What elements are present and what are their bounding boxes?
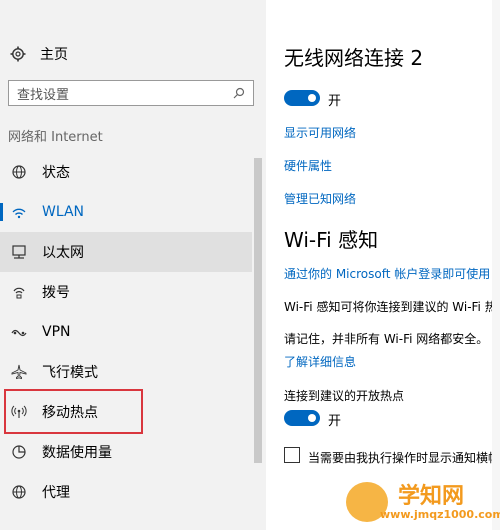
hotspot-label: 连接到建议的开放热点: [284, 389, 405, 403]
sidebar-item-label: 数据使用量: [42, 445, 112, 461]
wifi-sense-description: Wi-Fi 感知可将你连接到建议的 Wi-Fi 热: [284, 300, 497, 314]
microsoft-login-link[interactable]: 通过你的 Microsoft 帐户登录即可使用: [284, 265, 490, 282]
search-icon: [233, 87, 245, 99]
learn-more-link[interactable]: 了解详细信息: [284, 353, 356, 370]
wifi-sense-title: Wi-Fi 感知: [284, 228, 379, 252]
hardware-properties-link[interactable]: 硬件属性: [284, 157, 332, 174]
wifi-toggle[interactable]: [284, 90, 320, 106]
wifi-toggle-label: 开: [328, 94, 342, 109]
manage-networks-link[interactable]: 管理已知网络: [284, 190, 356, 207]
section-label: 网络和 Internet: [8, 130, 103, 145]
search-input[interactable]: 查找设置: [8, 80, 254, 106]
ethernet-icon: [10, 243, 28, 261]
sidebar: 主页 查找设置 网络和 Internet 状态 WLAN 以太网 拨号 VPN …: [0, 0, 266, 530]
wifi-icon: [10, 203, 28, 221]
hotspot-toggle-label: 开: [328, 414, 342, 429]
sidebar-item-airplane[interactable]: 飞行模式: [0, 352, 252, 392]
main-content: 无线网络连接 2 开 显示可用网络 硬件属性 管理已知网络 Wi-Fi 感知 通…: [266, 0, 500, 530]
globe-icon: [10, 163, 28, 181]
sidebar-item-label: 代理: [42, 485, 70, 501]
highlight-box: [4, 389, 143, 434]
sidebar-item-label: VPN: [42, 324, 71, 340]
watermark-title: 学知网: [398, 484, 465, 509]
watermark: 学知网 www.jmqz1000.com: [340, 478, 500, 528]
show-networks-link[interactable]: 显示可用网络: [284, 124, 356, 141]
selection-indicator: [0, 203, 3, 221]
sidebar-item-vpn[interactable]: VPN: [0, 312, 252, 352]
gear-icon: [10, 46, 26, 62]
sidebar-item-label: 状态: [42, 165, 70, 181]
sidebar-item-label: 以太网: [42, 245, 84, 261]
data-usage-icon: [10, 443, 28, 461]
sidebar-item-label: WLAN: [42, 204, 85, 220]
vpn-icon: [10, 323, 28, 341]
notify-label: 当需要由我执行操作时显示通知横幅: [308, 451, 500, 465]
home-label: 主页: [40, 47, 68, 63]
notify-checkbox[interactable]: [284, 447, 300, 463]
sidebar-item-status[interactable]: 状态: [0, 152, 252, 192]
airplane-icon: [10, 363, 28, 381]
sidebar-item-wlan[interactable]: WLAN: [0, 192, 252, 232]
sidebar-item-label: 拨号: [42, 285, 70, 301]
home-link[interactable]: 主页: [10, 44, 68, 64]
search-placeholder: 查找设置: [17, 87, 70, 103]
sidebar-item-proxy[interactable]: 代理: [0, 472, 252, 512]
toggle-knob: [308, 414, 316, 422]
sidebar-item-dialup[interactable]: 拨号: [0, 272, 252, 312]
sidebar-item-data-usage[interactable]: 数据使用量: [0, 432, 252, 472]
sidebar-item-ethernet[interactable]: 以太网: [0, 232, 252, 272]
dialup-icon: [10, 283, 28, 301]
sidebar-item-label: 飞行模式: [42, 365, 98, 381]
sidebar-scrollbar[interactable]: [254, 158, 262, 463]
hotspot-toggle[interactable]: [284, 410, 320, 426]
wifi-sense-note: 请记住，并非所有 Wi-Fi 网络都安全。: [284, 332, 489, 346]
page-title: 无线网络连接 2: [284, 46, 424, 70]
content-scrollbar[interactable]: [492, 0, 500, 530]
toggle-knob: [308, 94, 316, 102]
watermark-url: www.jmqz1000.com: [380, 508, 500, 521]
globe-icon: [10, 483, 28, 501]
